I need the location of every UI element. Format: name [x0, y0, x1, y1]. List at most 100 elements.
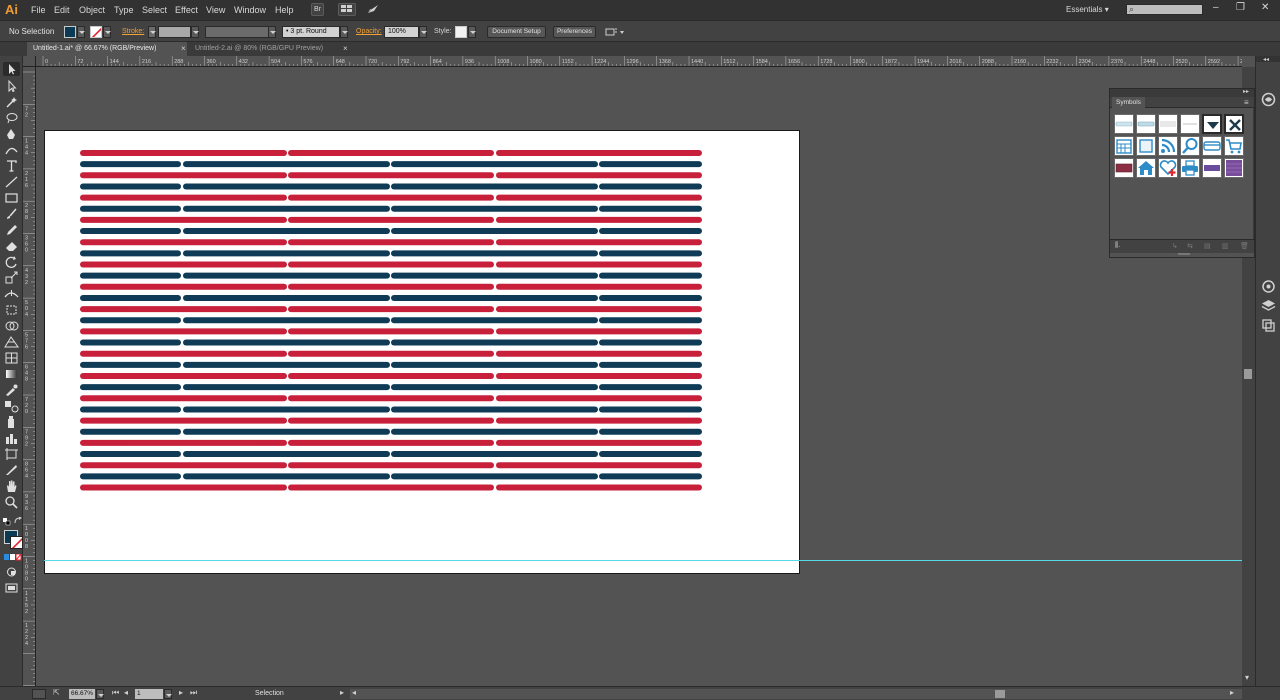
symbol-dropdown-arrow[interactable]: [1202, 114, 1222, 134]
navy-strip[interactable]: [391, 451, 598, 458]
selection-tool[interactable]: [3, 62, 20, 76]
bridge-button[interactable]: Br: [311, 3, 324, 16]
menu-help[interactable]: Help: [275, 5, 294, 15]
red-strip[interactable]: [288, 283, 494, 290]
blend-tool[interactable]: [3, 399, 20, 413]
artboard-dropdown[interactable]: [164, 689, 172, 699]
navy-strip[interactable]: [599, 317, 702, 324]
navy-strip[interactable]: [391, 161, 598, 168]
red-strip[interactable]: [80, 194, 287, 201]
red-strip[interactable]: [80, 150, 287, 156]
navy-strip[interactable]: [80, 361, 181, 368]
navy-strip[interactable]: [80, 205, 181, 212]
navy-strip[interactable]: [391, 294, 598, 301]
last-artboard-button[interactable]: ⏭: [190, 688, 197, 698]
navy-strip[interactable]: [80, 183, 181, 190]
arrange-panel-icon[interactable]: [605, 26, 625, 40]
red-strip[interactable]: [80, 462, 287, 469]
symbol-bar-light-2[interactable]: [1136, 114, 1156, 134]
eraser-tool[interactable]: [3, 239, 20, 253]
symbol-home[interactable]: [1136, 158, 1156, 178]
next-artboard-button[interactable]: ▸: [179, 688, 183, 697]
red-strip[interactable]: [288, 216, 494, 223]
red-strip[interactable]: [288, 328, 494, 335]
red-strip[interactable]: [496, 261, 702, 268]
navy-strip[interactable]: [183, 406, 390, 413]
stroke-swatch[interactable]: [90, 26, 102, 38]
hand-tool[interactable]: [3, 479, 20, 493]
default-colors-icon[interactable]: [3, 518, 11, 528]
navy-strip[interactable]: [183, 473, 390, 480]
color-mode-icons[interactable]: [4, 553, 22, 563]
red-strip[interactable]: [288, 261, 494, 268]
line-segment-tool[interactable]: [3, 175, 20, 189]
opacity-field[interactable]: 100%: [384, 26, 419, 38]
navy-strip[interactable]: [183, 272, 390, 279]
canvas[interactable]: [36, 67, 1242, 686]
artboards-dock-icon[interactable]: [1261, 318, 1276, 333]
navy-strip[interactable]: [80, 317, 181, 324]
red-strip[interactable]: [80, 373, 287, 379]
panel-title-bar[interactable]: ▸▸: [1110, 89, 1254, 97]
navy-strip[interactable]: [80, 250, 181, 257]
red-strip[interactable]: [80, 328, 287, 335]
red-strip[interactable]: [496, 150, 702, 156]
perspective-grid-tool[interactable]: [3, 335, 20, 349]
symbol-bar-maroon[interactable]: [1114, 158, 1134, 178]
horizontal-ruler[interactable]: 0 72 144 216 288 360 432 504 576 648 720 792 864 936 1…: [23, 56, 1242, 67]
red-strip[interactable]: [80, 484, 287, 491]
rectangle-tool[interactable]: [3, 191, 20, 205]
navy-strip[interactable]: [599, 428, 702, 435]
place-symbol-instance-icon[interactable]: ↳: [1172, 242, 1178, 250]
menu-select[interactable]: Select: [142, 5, 167, 15]
navy-strip[interactable]: [80, 428, 181, 435]
symbol-libraries-menu-icon[interactable]: ⫼.: [1115, 242, 1120, 250]
symbol-bar-purple[interactable]: [1202, 158, 1222, 178]
shape-builder-tool[interactable]: [3, 319, 20, 333]
navy-strip[interactable]: [599, 161, 702, 168]
expand-panels-icon[interactable]: ◂◂: [1263, 56, 1269, 63]
new-symbol-icon[interactable]: ▥: [1222, 242, 1229, 250]
symbol-frame[interactable]: [1136, 136, 1156, 156]
navy-strip[interactable]: [183, 228, 390, 235]
navy-strip[interactable]: [599, 228, 702, 235]
horizontal-scroll-thumb[interactable]: [995, 690, 1005, 698]
export-icon[interactable]: ⇱: [53, 688, 60, 697]
navy-strip[interactable]: [80, 384, 181, 391]
navy-strip[interactable]: [599, 384, 702, 391]
red-strip[interactable]: [80, 261, 287, 268]
zoom-dropdown[interactable]: [96, 689, 104, 699]
symbol-close-x[interactable]: [1224, 114, 1244, 134]
panel-resize-grip[interactable]: [1178, 253, 1190, 255]
navy-strip[interactable]: [599, 339, 702, 346]
close-tab-icon[interactable]: ×: [343, 42, 348, 56]
collapse-panel-icon[interactable]: ▸▸: [1243, 88, 1249, 95]
red-strip[interactable]: [288, 484, 494, 491]
navy-strip[interactable]: [80, 339, 181, 346]
style-dropdown[interactable]: [468, 26, 476, 38]
red-strip[interactable]: [496, 350, 702, 357]
navy-strip[interactable]: [80, 272, 181, 279]
red-strip[interactable]: [496, 194, 702, 201]
stroke-color-box[interactable]: [10, 536, 23, 549]
red-strip[interactable]: [288, 439, 494, 446]
vertical-ruler[interactable]: 72 144 216 288 360 432 504 576 648 720 792 864 936 10…: [23, 67, 36, 686]
stroke-label[interactable]: Stroke:: [122, 28, 144, 35]
navy-strip[interactable]: [391, 228, 598, 235]
horizontal-scrollbar[interactable]: ◂ ▸: [350, 688, 1242, 699]
navy-strip[interactable]: [391, 384, 598, 391]
navy-strip[interactable]: [183, 361, 390, 368]
artboard-tool[interactable]: [3, 447, 20, 461]
menu-view[interactable]: View: [206, 5, 225, 15]
fill-dropdown[interactable]: [77, 26, 85, 38]
red-strip[interactable]: [288, 462, 494, 469]
navy-strip[interactable]: [391, 183, 598, 190]
navy-strip[interactable]: [80, 294, 181, 301]
symbol-heart-plus[interactable]: [1158, 158, 1178, 178]
navy-strip[interactable]: [80, 161, 181, 168]
red-strip[interactable]: [496, 462, 702, 469]
stroke-weight-stepper[interactable]: [148, 26, 156, 38]
scale-tool[interactable]: [3, 271, 20, 285]
red-strip[interactable]: [80, 172, 287, 179]
symbol-grid-purple[interactable]: [1224, 158, 1244, 178]
